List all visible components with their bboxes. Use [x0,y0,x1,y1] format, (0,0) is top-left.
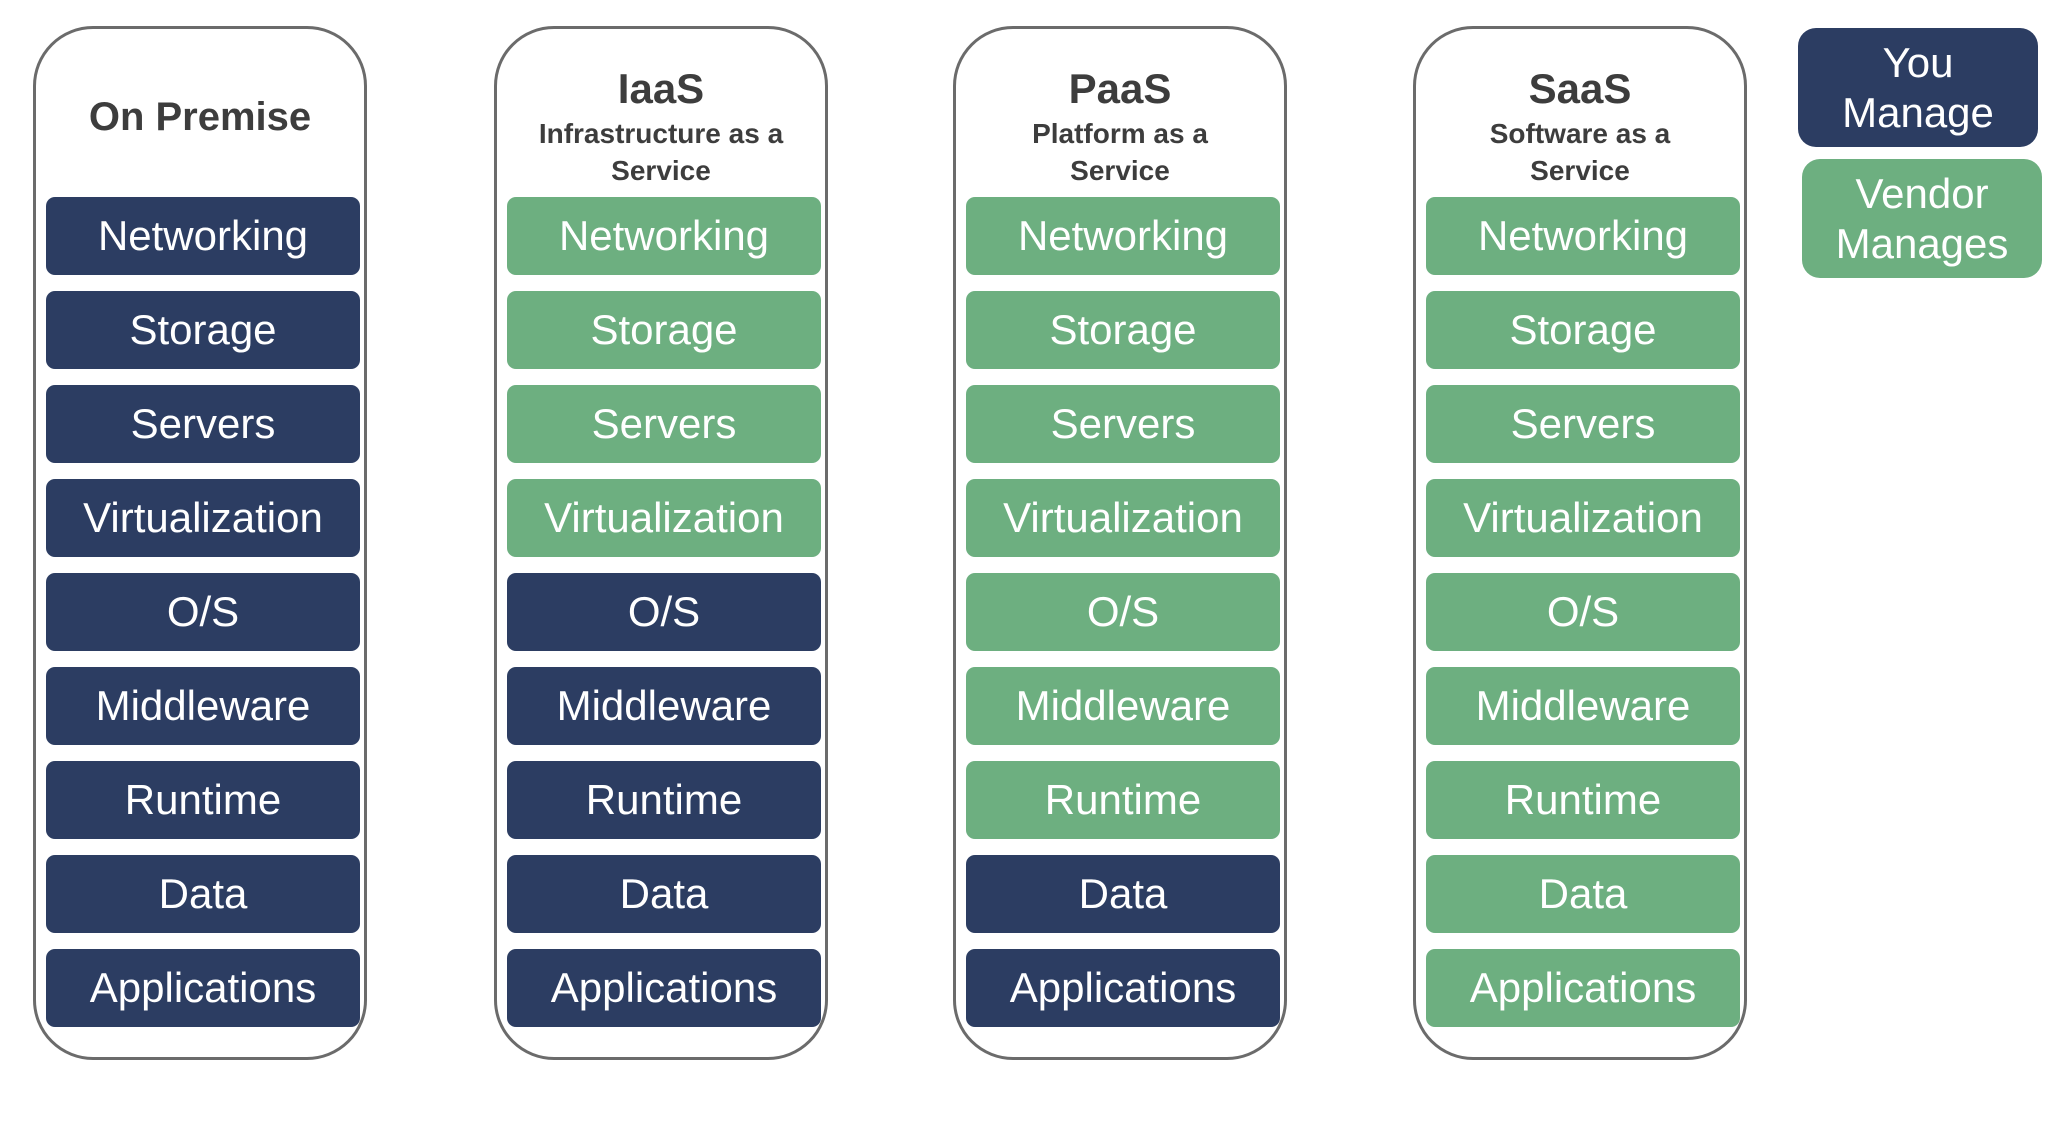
layer-virtualization: Virtualization [1426,479,1740,557]
layer-servers: Servers [966,385,1280,463]
layer-servers: Servers [507,385,821,463]
layer-data: Data [46,855,360,933]
layer-runtime: Runtime [46,761,360,839]
legend-you-manage-label: You Manage [1842,38,1994,136]
column-subtitle: Infrastructure as a Service [538,118,784,186]
legend-you-manage: You Manage [1798,28,2038,147]
layer-virtualization: Virtualization [507,479,821,557]
layer-virtualization: Virtualization [46,479,360,557]
layer-data: Data [966,855,1280,933]
layer-os: O/S [966,573,1280,651]
layer-servers: Servers [46,385,360,463]
layer-os: O/S [507,573,821,651]
column-title: PaaS [1068,65,1172,112]
layer-middleware: Middleware [507,667,821,745]
layer-storage: Storage [46,291,360,369]
layer-applications: Applications [1426,949,1740,1027]
legend-vendor-manages-label: Vendor Manages [1835,169,2009,267]
column-paas: PaaS Platform as a Service Networking Stora… [953,26,1287,1060]
layer-storage: Storage [1426,291,1740,369]
layer-os: O/S [46,573,360,651]
column-subtitle: Platform as a Service [1032,118,1208,186]
layer-os: O/S [1426,573,1740,651]
layer-applications: Applications [46,949,360,1027]
column-on-premise: On Premise Networking Storage Servers Virtua… [33,26,367,1060]
layer-runtime: Runtime [507,761,821,839]
layer-networking: Networking [966,197,1280,275]
layer-networking: Networking [1426,197,1740,275]
layer-runtime: Runtime [1426,761,1740,839]
layer-networking: Networking [46,197,360,275]
layer-data: Data [1426,855,1740,933]
layer-middleware: Middleware [46,667,360,745]
layer-storage: Storage [966,291,1280,369]
layer-storage: Storage [507,291,821,369]
layer-middleware: Middleware [1426,667,1740,745]
column-saas: SaaS Software as a Service Networking Stora… [1413,26,1747,1060]
column-title: On Premise [88,95,312,139]
column-subtitle: Software as a Service [1489,118,1671,186]
layer-middleware: Middleware [966,667,1280,745]
column-iaas: IaaS Infrastructure as a Service Networkin… [494,26,828,1060]
layer-runtime: Runtime [966,761,1280,839]
column-title: SaaS [1528,65,1632,112]
column-title: IaaS [617,65,705,112]
legend-vendor-manages: Vendor Manages [1802,159,2042,278]
layer-data: Data [507,855,821,933]
layer-virtualization: Virtualization [966,479,1280,557]
layer-applications: Applications [507,949,821,1027]
layer-networking: Networking [507,197,821,275]
layer-applications: Applications [966,949,1280,1027]
layer-servers: Servers [1426,385,1740,463]
